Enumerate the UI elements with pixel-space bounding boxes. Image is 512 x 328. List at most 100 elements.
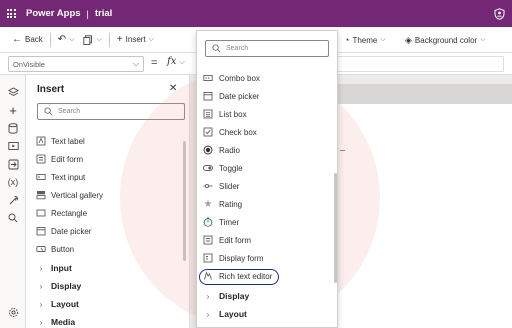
app-launcher-button[interactable] [0, 0, 22, 27]
canvas-screen[interactable] [338, 104, 512, 328]
account-button[interactable] [492, 7, 506, 21]
pane-title: Insert [37, 84, 65, 95]
menu-item-combo-box[interactable]: Combo box [203, 70, 260, 86]
gallery-icon [36, 190, 46, 200]
fx-button[interactable]: fx ⌵ [167, 56, 197, 72]
search-icon [8, 213, 18, 223]
insert-pane: Insert ✕ Search Text label Edit form Tex… [27, 75, 190, 328]
toolbar-divider [108, 32, 110, 47]
menu-item-display-form[interactable]: Display form [203, 250, 263, 266]
canvas-header-strip [338, 84, 512, 104]
database-icon [8, 122, 18, 134]
pane-item-label: Date picker [51, 226, 92, 236]
timer-icon [203, 217, 213, 227]
advanced-tools-button[interactable] [6, 193, 20, 207]
pane-group-media[interactable]: › Media [36, 314, 75, 328]
background-color-label: Background color [414, 35, 478, 45]
property-dropdown[interactable]: OnVisible ⌵ [8, 56, 144, 72]
pane-item-date-picker[interactable]: Date picker [36, 223, 91, 239]
chevron-down-icon: ⌵ [179, 59, 185, 66]
menu-item-check-box[interactable]: Check box [203, 124, 257, 140]
menu-item-toggle[interactable]: Toggle [203, 160, 243, 176]
insert-button[interactable]: + Insert ⌵ [113, 27, 158, 53]
power-automate-button[interactable] [6, 157, 20, 171]
waffle-icon [6, 9, 16, 18]
menu-item-label: Rating [219, 199, 243, 209]
menu-item-timer[interactable]: Timer [203, 214, 239, 230]
search-icon [212, 44, 221, 53]
pane-item-label: Text input [51, 172, 86, 182]
combo-box-icon [203, 73, 213, 83]
pane-item-button[interactable]: Button [36, 241, 74, 257]
chevron-down-icon: ⌵ [480, 36, 486, 43]
title-bar: Power Apps | trial [0, 0, 512, 27]
menu-item-label: Check box [219, 127, 257, 137]
app-name: Power Apps [26, 8, 81, 19]
chevron-right-icon: › [206, 309, 210, 319]
back-button[interactable]: ← Back [0, 27, 47, 53]
pane-group-label: Display [51, 281, 82, 291]
pane-group-layout[interactable]: › Layout [36, 296, 79, 312]
pane-scrollbar[interactable] [183, 141, 186, 261]
insert-rail-button[interactable]: + [6, 102, 20, 118]
search-rail-button[interactable] [6, 211, 20, 225]
calendar-icon [203, 91, 213, 101]
search-placeholder: Search [58, 108, 81, 115]
calendar-icon [36, 226, 46, 236]
equals-sign: = [151, 57, 158, 69]
arrow-left-icon: ← [12, 34, 22, 45]
menu-item-radio[interactable]: Radio [203, 142, 240, 158]
pane-group-label: Input [51, 263, 72, 273]
chevron-down-icon: ⌵ [96, 35, 102, 43]
pane-item-rectangle[interactable]: Rectangle [36, 205, 87, 221]
pane-item-edit-form[interactable]: Edit form [36, 151, 83, 167]
menu-group-label: Layout [219, 309, 247, 319]
close-icon[interactable]: ✕ [169, 83, 177, 94]
chevron-right-icon: › [206, 291, 210, 301]
chevron-down-icon: ⌵ [132, 59, 139, 68]
menu-scrollbar[interactable] [334, 173, 337, 283]
plus-icon: + [9, 102, 17, 118]
tools-icon [9, 195, 18, 204]
menu-item-label: Combo box [219, 73, 260, 83]
chevron-right-icon: › [39, 317, 43, 327]
menu-group-layout[interactable]: › Layout [203, 306, 247, 322]
pane-item-text-label[interactable]: Text label [36, 133, 85, 149]
title-separator: | [86, 8, 89, 19]
background-color-button[interactable]: ◈ Background color ⌵ [405, 27, 486, 53]
fx-icon: fx [167, 56, 177, 67]
theme-label: Theme [352, 35, 378, 45]
pane-search-input[interactable]: Search [37, 103, 185, 120]
pane-group-display[interactable]: › Display [36, 278, 82, 294]
data-button[interactable] [6, 121, 20, 135]
pane-item-text-input[interactable]: Text input [36, 169, 85, 185]
undo-button[interactable]: ↶ ⌵ [54, 27, 79, 53]
tree-view-button[interactable] [6, 85, 20, 99]
theme-button[interactable]: ◔ Theme ⌵ [344, 27, 386, 53]
menu-item-label: List box [219, 109, 247, 119]
edit-form-icon [203, 235, 213, 245]
variables-button[interactable]: (x) [6, 175, 20, 189]
menu-search-input[interactable]: Search [205, 40, 329, 57]
pane-group-input[interactable]: › Input [36, 260, 72, 276]
settings-button[interactable] [6, 305, 20, 319]
rich-text-editor-highlight [199, 269, 279, 285]
menu-item-label: Edit form [219, 235, 252, 245]
media-button[interactable] [6, 139, 20, 153]
menu-group-display[interactable]: › Display [203, 288, 250, 304]
menu-item-date-picker[interactable]: Date picker [203, 88, 259, 104]
pane-group-label: Media [51, 317, 76, 327]
menu-item-rating[interactable]: ★ Rating [203, 196, 243, 212]
environment-name: trial [94, 8, 113, 19]
menu-item-label: Timer [219, 217, 240, 227]
menu-item-slider[interactable]: Slider [203, 178, 239, 194]
menu-item-edit-form[interactable]: Edit form [203, 232, 251, 248]
copy-button[interactable]: ⌵ [79, 27, 106, 53]
menu-item-list-box[interactable]: List box [203, 106, 247, 122]
pane-item-label: Vertical gallery [51, 190, 104, 200]
pane-item-vertical-gallery[interactable]: Vertical gallery [36, 187, 103, 203]
menu-item-label: Display form [219, 253, 264, 263]
back-label: Back [25, 35, 43, 44]
gear-icon [8, 307, 18, 317]
palette-icon: ◔ [344, 35, 350, 45]
